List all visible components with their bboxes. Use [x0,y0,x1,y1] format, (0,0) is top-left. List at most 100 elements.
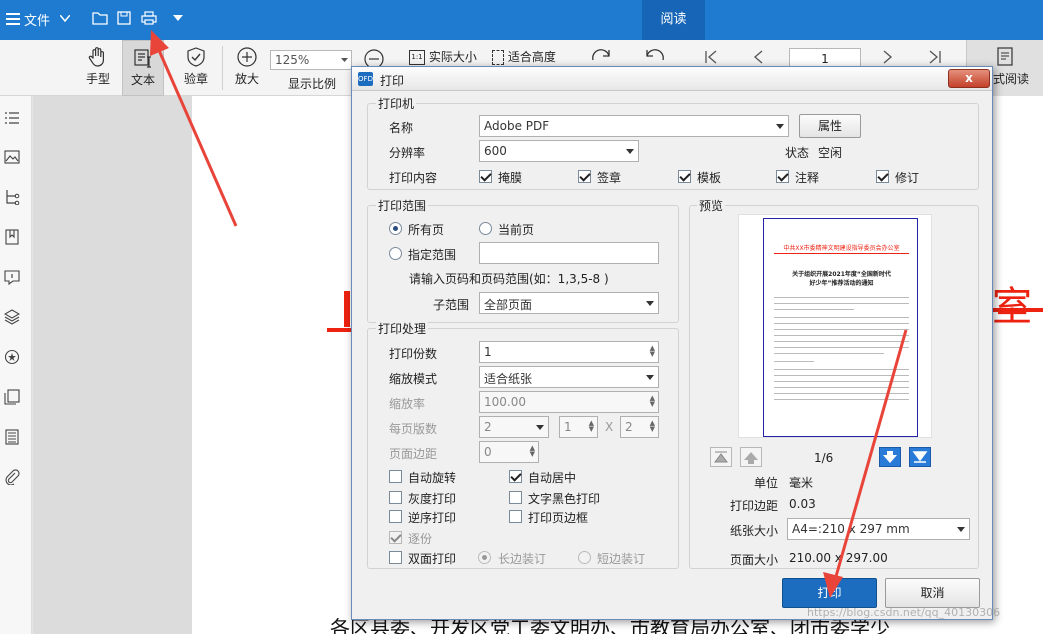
spin-icon[interactable]: ▲ ▼ [650,420,655,433]
pages-per-sheet-value: 2 [484,420,492,434]
text-label: 文本 [130,73,155,87]
zoom-in-icon [237,47,257,67]
attachment-icon[interactable] [4,469,20,485]
chevron-down-icon[interactable] [60,15,70,22]
image-icon[interactable] [4,149,20,165]
actual-size-icon: 1:1 [409,50,425,65]
auto-rotate-checkbox[interactable] [389,470,402,483]
preview-text-line [774,297,909,298]
verify-seal-button[interactable]: 验章 [178,40,214,96]
bookmark-icon[interactable] [4,229,20,245]
print-border-checkbox[interactable] [509,510,522,523]
unit-label: 单位 [754,476,779,490]
scale-input[interactable]: 100.00 ▲ ▼ [479,391,659,413]
grayscale-checkbox[interactable] [389,491,402,504]
printer-name-value: Adobe PDF [484,119,550,133]
scale-mode-select[interactable]: 适合纸张 [479,366,659,388]
text-black-label: 文字黑色打印 [528,492,601,506]
actual-size-label: 实际大小 [428,50,477,64]
dropdown-icon[interactable] [173,15,183,22]
all-pages-radio[interactable] [389,222,402,235]
printer-name-select[interactable]: Adobe PDF [479,115,789,137]
print-button[interactable]: 打印 [782,578,877,608]
cancel-button[interactable]: 取消 [885,578,980,608]
open-folder-icon[interactable] [92,11,108,25]
comment-icon[interactable] [4,269,20,285]
last-page-icon[interactable] [928,50,942,64]
template-checkbox[interactable] [678,170,691,183]
collate-checkbox[interactable] [389,531,402,544]
annotation-checkbox[interactable] [776,170,789,183]
preview-next-button[interactable] [879,447,901,467]
short-edge-radio[interactable] [578,551,591,564]
preview-text-line [774,347,909,348]
properties-button[interactable]: 属性 [799,114,861,138]
signature-checkbox[interactable] [578,170,591,183]
first-page-icon [714,451,728,463]
tab-read[interactable]: 阅读 [642,0,705,40]
copies-input[interactable]: 1 ▲ ▼ [479,341,659,363]
preview-prev-button[interactable] [740,447,762,467]
revision-checkbox[interactable] [876,170,889,183]
first-page-icon[interactable] [704,50,718,64]
current-page-radio[interactable] [479,222,492,235]
actual-size-button[interactable]: 1:1 实际大小 [409,48,477,66]
long-edge-radio[interactable] [478,551,491,564]
preview-text-line [774,387,909,388]
preview-page-indicator: 1/6 [814,451,834,465]
unit-value: 毫米 [789,476,814,490]
collate-label: 逐份 [408,532,433,546]
fit-height-button[interactable]: 适合高度 [492,48,556,66]
hand-icon [88,47,104,67]
close-button[interactable]: x [948,69,990,88]
annotation-label: 注释 [795,171,820,185]
spin-icon[interactable]: ▲ ▼ [650,395,655,408]
hand-tool-button[interactable]: 手型 [80,40,116,96]
preview-first-button[interactable] [710,447,732,467]
preview-text-line [774,303,909,304]
specified-range-radio[interactable] [389,247,402,260]
seal-icon[interactable] [4,349,20,365]
resolution-select[interactable]: 600 [479,140,639,162]
print-dialog: OFD 打印 x 打印机 名称 Adobe PDF 属性 分辨率 600 状态 … [351,66,1000,620]
grid-rows-input[interactable]: 1 ▲ ▼ [559,416,598,438]
file-menu[interactable]: 文件 [24,10,50,29]
page-range-input[interactable] [479,242,659,264]
grid-cols-input[interactable]: 2 ▲ ▼ [620,416,659,438]
zoom-ratio-combo[interactable]: 125% [270,50,352,70]
document-list-icon[interactable] [4,429,20,445]
next-page-icon [883,451,897,463]
spin-icon[interactable]: ▲ ▼ [650,345,655,358]
print-icon[interactable] [141,11,157,25]
zoom-in-button[interactable]: 放大 [230,40,264,96]
text-tool-button[interactable]: 文本 [122,40,164,96]
text-black-checkbox[interactable] [509,491,522,504]
pages-per-sheet-select[interactable]: 2 [479,416,549,438]
prev-page-icon[interactable] [752,50,766,64]
preview-text-line [774,361,814,362]
preview-last-button[interactable] [909,447,931,467]
menu-icon[interactable] [6,13,20,25]
tree-structure-icon[interactable] [4,189,20,205]
outline-list-icon[interactable] [4,110,20,126]
duplex-checkbox[interactable] [389,551,402,564]
reverse-order-checkbox[interactable] [389,510,402,523]
duplex-label: 双面打印 [408,552,457,566]
paper-size-select[interactable]: A4=:210 x 297 mm [787,518,970,540]
page-margin-input[interactable]: 0 ▲ ▼ [479,441,539,463]
spin-icon[interactable]: ▲ ▼ [589,420,594,433]
pages-icon[interactable] [4,389,20,405]
mask-checkbox[interactable] [479,170,492,183]
spin-icon[interactable]: ▲ ▼ [530,445,535,458]
subrange-select[interactable]: 全部页面 [479,292,659,314]
save-icon[interactable] [117,11,131,25]
rotate-left-icon[interactable] [643,46,667,62]
page-range-hint: 请输入页码和页码范围(如：1,3,5-8 ) [409,272,609,286]
layers-icon[interactable] [4,309,20,325]
auto-center-checkbox[interactable] [509,470,522,483]
preview-text-line [774,369,909,370]
display-ratio-label: 显示比例 [288,77,337,91]
next-page-icon[interactable] [880,50,894,64]
template-label: 模板 [697,171,722,185]
rotate-right-icon[interactable] [589,46,613,62]
